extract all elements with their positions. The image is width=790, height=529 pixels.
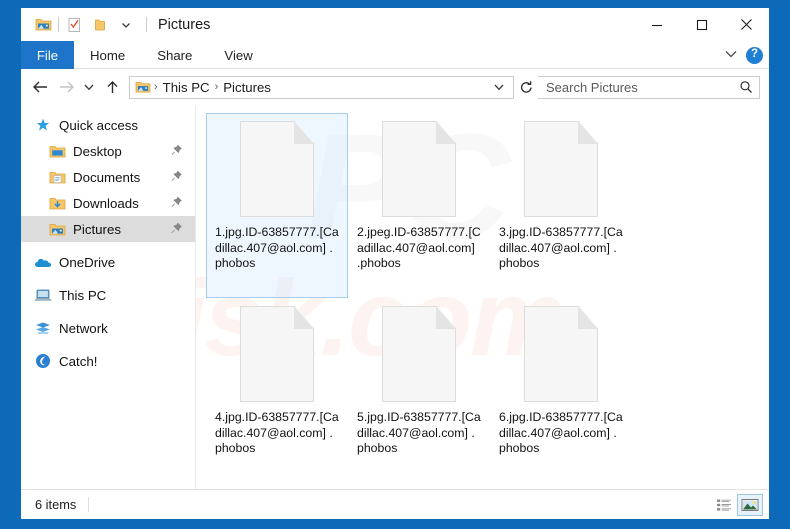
network-icon xyxy=(33,319,53,337)
sidebar-item-this-pc[interactable]: This PC xyxy=(21,282,195,308)
search-box[interactable] xyxy=(538,75,760,99)
sidebar-item-catch[interactable]: Catch! xyxy=(21,348,195,374)
pictures-folder-icon xyxy=(47,220,67,238)
sidebar-item-onedrive[interactable]: OneDrive xyxy=(21,249,195,275)
properties-icon[interactable] xyxy=(61,13,87,37)
window-title: Pictures xyxy=(158,16,211,33)
sidebar-label: Catch! xyxy=(59,353,98,369)
large-icons-view-button[interactable] xyxy=(737,493,763,516)
address-dropdown-chevron-icon[interactable] xyxy=(489,83,509,92)
sidebar-label: Desktop xyxy=(73,143,122,159)
sidebar-item-quick-access[interactable]: Quick access xyxy=(21,112,195,138)
search-input[interactable] xyxy=(546,79,739,95)
documents-folder-icon xyxy=(47,168,67,186)
file-item[interactable]: 5.jpg.ID-63857777.[Cadillac.407@aol.com]… xyxy=(348,298,490,483)
sidebar-label: This PC xyxy=(59,287,107,303)
file-explorer-window: Pictures File Home Share View ? › This P… xyxy=(21,8,769,519)
collapse-ribbon-chevron-icon[interactable] xyxy=(724,46,738,64)
file-name-label: 2.jpeg.ID-63857777.[Cadillac.407@aol.com… xyxy=(357,225,481,270)
address-bar-row: › This PC › Pictures xyxy=(21,69,769,105)
sidebar-label: OneDrive xyxy=(59,254,116,270)
help-button[interactable]: ? xyxy=(746,46,763,64)
file-item[interactable]: 4.jpg.ID-63857777.[Cadillac.407@aol.com]… xyxy=(206,298,348,483)
generic-file-icon xyxy=(524,121,598,217)
address-pictures-folder-icon xyxy=(135,80,151,94)
tab-view[interactable]: View xyxy=(208,41,268,69)
generic-file-icon xyxy=(382,306,456,402)
sidebar-label: Downloads xyxy=(73,195,139,211)
tab-file[interactable]: File xyxy=(21,41,74,69)
downloads-folder-icon xyxy=(47,194,67,212)
pin-icon[interactable] xyxy=(171,170,182,185)
ribbon-tabs: File Home Share View ? xyxy=(21,41,769,69)
sidebar-label: Documents xyxy=(73,169,141,185)
breadcrumb-pictures[interactable]: Pictures xyxy=(219,80,275,95)
desktop-folder-icon xyxy=(47,142,67,160)
sidebar-label: Pictures xyxy=(73,221,122,237)
file-name-label: 1.jpg.ID-63857777.[Cadillac.407@aol.com]… xyxy=(215,225,339,270)
details-view-button[interactable] xyxy=(711,494,737,516)
generic-file-icon xyxy=(382,121,456,217)
status-bar: 6 items xyxy=(21,489,769,519)
breadcrumb-this-pc[interactable]: This PC xyxy=(159,80,214,95)
generic-file-icon xyxy=(524,306,598,402)
ribbon-right-controls: ? xyxy=(724,41,763,69)
item-count-label: 6 items xyxy=(35,497,77,512)
close-button[interactable] xyxy=(724,8,769,41)
generic-file-icon xyxy=(240,306,314,402)
pin-icon[interactable] xyxy=(171,222,182,237)
back-button[interactable] xyxy=(27,74,53,100)
file-item[interactable]: 6.jpg.ID-63857777.[Cadillac.407@aol.com]… xyxy=(490,298,632,483)
file-grid: 1.jpg.ID-63857777.[Cadillac.407@aol.com]… xyxy=(206,113,769,483)
pin-icon[interactable] xyxy=(171,144,182,159)
maximize-button[interactable] xyxy=(679,8,724,41)
up-button[interactable] xyxy=(99,74,125,100)
sidebar-item-documents[interactable]: Documents xyxy=(21,164,195,190)
file-item[interactable]: 2.jpeg.ID-63857777.[Cadillac.407@aol.com… xyxy=(348,113,490,298)
this-pc-icon xyxy=(33,286,53,304)
file-name-label: 6.jpg.ID-63857777.[Cadillac.407@aol.com]… xyxy=(499,410,623,455)
file-item[interactable]: 1.jpg.ID-63857777.[Cadillac.407@aol.com]… xyxy=(206,113,348,298)
file-item[interactable]: 3.jpg.ID-63857777.[Cadillac.407@aol.com]… xyxy=(490,113,632,298)
file-name-label: 4.jpg.ID-63857777.[Cadillac.407@aol.com]… xyxy=(215,410,339,455)
title-bar: Pictures xyxy=(21,8,769,41)
desktop-background: Pictures File Home Share View ? › This P… xyxy=(0,0,790,529)
search-icon[interactable] xyxy=(739,80,753,94)
window-controls xyxy=(634,8,769,41)
sidebar-item-desktop[interactable]: Desktop xyxy=(21,138,195,164)
sidebar-item-pictures[interactable]: Pictures xyxy=(21,216,195,242)
sidebar-item-network[interactable]: Network xyxy=(21,315,195,341)
forward-button[interactable] xyxy=(53,74,79,100)
tab-home[interactable]: Home xyxy=(74,41,141,69)
catch-app-icon xyxy=(33,352,53,370)
onedrive-cloud-icon xyxy=(33,253,53,271)
new-folder-icon[interactable] xyxy=(87,13,113,37)
quick-access-toolbar xyxy=(21,13,149,37)
sidebar-label: Quick access xyxy=(59,117,139,133)
tab-share[interactable]: Share xyxy=(141,41,208,69)
address-bar[interactable]: › This PC › Pictures xyxy=(129,75,514,99)
explorer-body: Quick access Desktop Documents Downloads… xyxy=(21,105,769,489)
star-pin-icon xyxy=(33,116,53,134)
recent-locations-chevron-icon[interactable] xyxy=(79,74,99,100)
file-name-label: 3.jpg.ID-63857777.[Cadillac.407@aol.com]… xyxy=(499,225,623,270)
sidebar-item-downloads[interactable]: Downloads xyxy=(21,190,195,216)
pin-icon[interactable] xyxy=(171,196,182,211)
refresh-button[interactable] xyxy=(514,74,538,100)
generic-file-icon xyxy=(240,121,314,217)
customize-chevron-icon[interactable] xyxy=(113,13,139,37)
status-divider xyxy=(88,497,90,512)
file-name-label: 5.jpg.ID-63857777.[Cadillac.407@aol.com]… xyxy=(357,410,481,455)
pictures-folder-icon[interactable] xyxy=(30,13,56,37)
toolbar-divider-2 xyxy=(146,17,147,32)
minimize-button[interactable] xyxy=(634,8,679,41)
navigation-pane: Quick access Desktop Documents Downloads… xyxy=(21,105,196,489)
file-list-pane[interactable]: PC risk.com 1.jpg.ID-63857777.[Cadillac.… xyxy=(196,105,769,489)
toolbar-divider xyxy=(58,17,59,32)
sidebar-label: Network xyxy=(59,320,108,336)
